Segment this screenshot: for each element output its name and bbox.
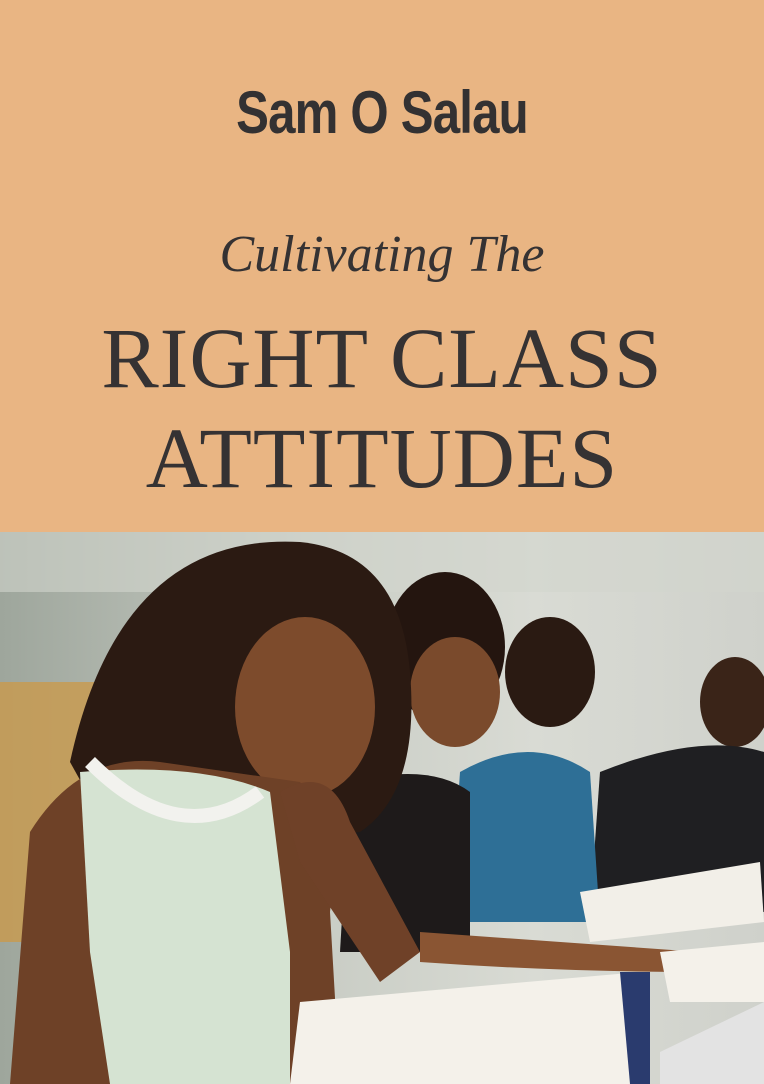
cover-title-band: Sam O Salau Cultivating The RIGHT CLASS … bbox=[0, 0, 764, 532]
title-line-2: ATTITUDES bbox=[145, 410, 619, 506]
title-line-1: RIGHT CLASS bbox=[101, 310, 663, 406]
author-name: Sam O Salau bbox=[236, 79, 529, 146]
cover-photo-students-reading bbox=[0, 532, 764, 1084]
subtitle: Cultivating The bbox=[219, 226, 545, 283]
photo-illustration bbox=[0, 532, 764, 1084]
